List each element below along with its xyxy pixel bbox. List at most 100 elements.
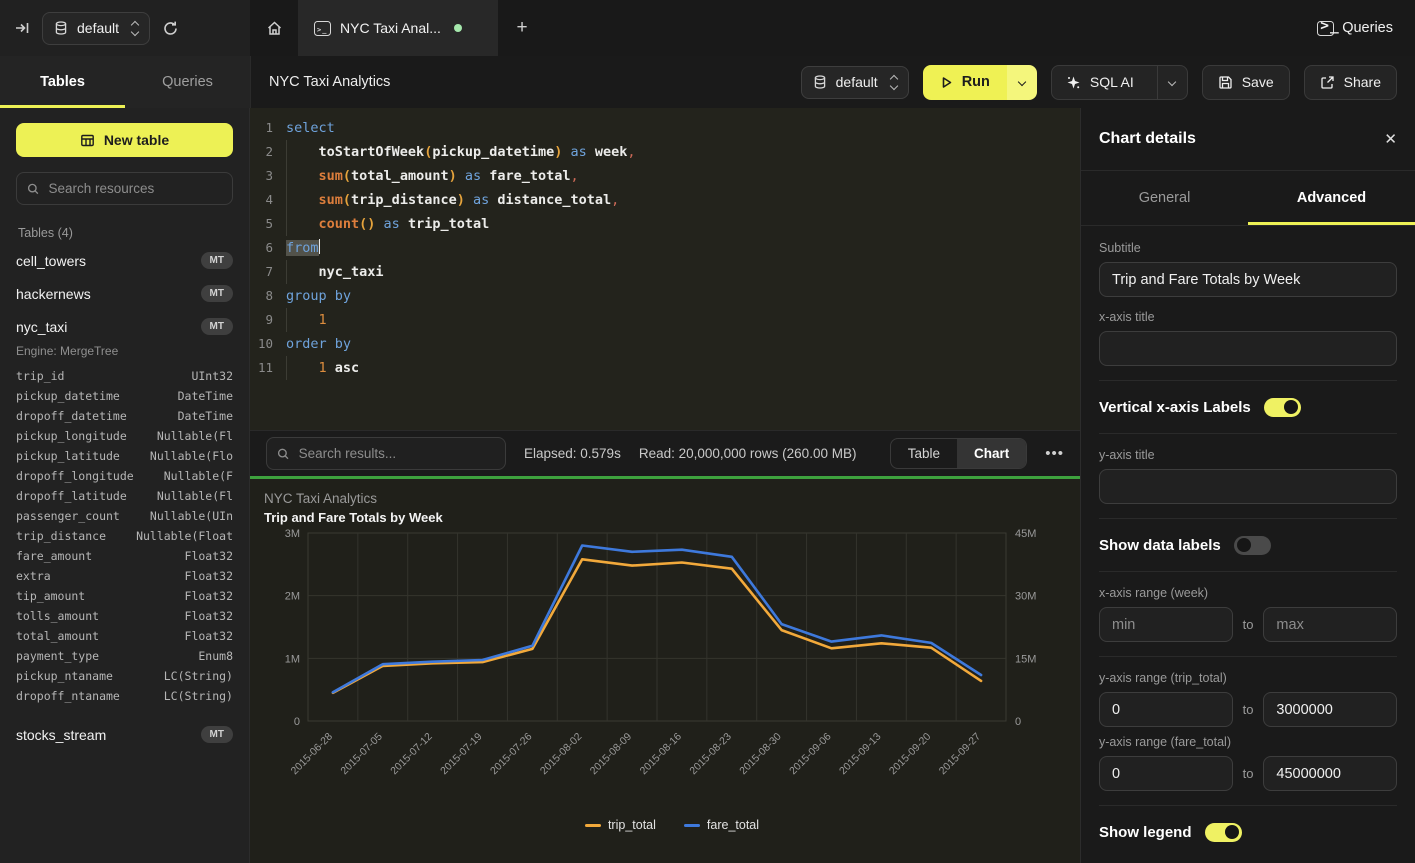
column-row: pickup_longitudeNullable(Fl [16,426,233,446]
new-table-button[interactable]: New table [16,123,233,157]
svg-text:15M: 15M [1015,653,1036,665]
column-type: Float32 [185,586,233,606]
second-row: Tables Queries NYC Taxi Analytics defaul… [0,56,1415,108]
tab-nyc-taxi-analytics[interactable]: >_ NYC Taxi Anal... [298,0,498,56]
run-button-main[interactable]: Run [923,65,1007,100]
xaxis-title-input[interactable] [1099,331,1397,366]
legend-item-fare_total[interactable]: fare_total [684,818,759,832]
column-row: passenger_countNullable(UIn [16,506,233,526]
editor-line-10[interactable]: 10order by [250,332,1080,356]
column-name: extra [16,566,51,586]
svg-text:2015-08-23: 2015-08-23 [687,731,734,778]
sql-ai-dropdown-button[interactable] [1157,66,1187,99]
toolbar-database-selector[interactable]: default [801,66,909,99]
yaxis-range-trip-max-input[interactable] [1263,692,1397,727]
results-search-input[interactable] [299,446,495,461]
divider [1099,805,1397,806]
legend-item-trip_total[interactable]: trip_total [585,818,656,832]
editor-line-2[interactable]: 2 toStartOfWeek(pickup_datetime) as week… [250,140,1080,164]
xaxis-range-min-input[interactable] [1099,607,1233,642]
editor-line-6[interactable]: 6from [250,236,1080,260]
sql-ai-main[interactable]: SQL AI [1052,66,1148,99]
column-name: pickup_ntaname [16,666,113,686]
close-icon[interactable]: ✕ [1384,130,1397,148]
editor-line-8[interactable]: 8group by [250,284,1080,308]
column-type: Float32 [185,626,233,646]
save-button[interactable]: Save [1202,65,1290,100]
code-text: from [286,236,320,260]
table-name: nyc_taxi [16,319,67,335]
show-data-labels-toggle[interactable] [1234,536,1271,555]
column-type: Nullable(Fl [157,426,233,446]
subtitle-input[interactable] [1099,262,1397,297]
svg-text:2015-07-19: 2015-07-19 [438,731,485,778]
xaxis-title-label: x-axis title [1099,310,1397,324]
editor-line-9[interactable]: 9 1 [250,308,1080,332]
column-row: pickup_latitudeNullable(Flo [16,446,233,466]
vertical-xaxis-labels-label: Vertical x-axis Labels [1099,399,1251,416]
column-row: fare_amountFloat32 [16,546,233,566]
view-switcher: Table Chart [890,438,1028,469]
yaxis-title-input[interactable] [1099,469,1397,504]
resource-search-input[interactable] [48,181,222,196]
chart-title: NYC Taxi Analytics [264,491,1080,506]
editor-line-3[interactable]: 3 sum(total_amount) as fare_total, [250,164,1080,188]
results-search[interactable] [266,437,506,470]
table-row-stocks_stream[interactable]: stocks_streamMT [16,718,233,751]
table-row-hackernews[interactable]: hackernewsMT [16,277,233,310]
refresh-icon[interactable] [162,20,179,37]
queries-button[interactable]: >_ Queries [1317,0,1415,56]
table-row-cell_towers[interactable]: cell_towersMT [16,244,233,277]
search-icon [27,182,39,196]
yaxis-range-trip-min-input[interactable] [1099,692,1233,727]
share-button[interactable]: Share [1304,65,1397,100]
collapse-sidebar-icon[interactable] [14,20,30,36]
home-button[interactable] [250,0,298,56]
column-row: trip_distanceNullable(Float [16,526,233,546]
vertical-xaxis-labels-toggle[interactable] [1264,398,1301,417]
column-name: payment_type [16,646,99,666]
editor-line-4[interactable]: 4 sum(trip_distance) as distance_total, [250,188,1080,212]
divider [1099,656,1397,657]
sidebar-tabs: Tables Queries [0,56,250,108]
view-tab-table[interactable]: Table [891,439,957,468]
run-dropdown-button[interactable] [1007,65,1037,100]
xaxis-range-max-input[interactable] [1263,607,1397,642]
results-toolbar: Elapsed: 0.579s Read: 20,000,000 rows (2… [250,430,1080,476]
xaxis-range-label: x-axis range (week) [1099,586,1397,600]
yaxis-range-fare-max-input[interactable] [1263,756,1397,791]
panel-tab-general[interactable]: General [1081,171,1248,225]
column-row: total_amountFloat32 [16,626,233,646]
sidebar-tab-queries[interactable]: Queries [125,56,250,108]
editor-line-1[interactable]: 1select [250,116,1080,140]
more-options-icon[interactable]: ••• [1045,445,1064,462]
sidebar-tab-tables[interactable]: Tables [0,56,125,108]
database-icon [813,75,827,90]
show-legend-label: Show legend [1099,824,1192,841]
panel-tab-advanced[interactable]: Advanced [1248,171,1415,225]
editor-line-7[interactable]: 7 nyc_taxi [250,260,1080,284]
queries-icon: >_ [1317,21,1334,36]
database-selector[interactable]: default [42,12,150,45]
sql-ai-button[interactable]: SQL AI [1051,65,1188,100]
svg-text:2015-09-13: 2015-09-13 [837,731,884,778]
new-tab-button[interactable]: + [498,0,546,56]
column-name: tip_amount [16,586,85,606]
editor-line-5[interactable]: 5 count() as trip_total [250,212,1080,236]
show-legend-toggle[interactable] [1205,823,1242,842]
resource-search[interactable] [16,172,233,205]
center-column: 1select2 toStartOfWeek(pickup_datetime) … [250,108,1080,863]
yaxis-range-fare-min-input[interactable] [1099,756,1233,791]
view-tab-chart[interactable]: Chart [957,439,1026,468]
column-name: dropoff_datetime [16,406,127,426]
table-row-nyc_taxi[interactable]: nyc_taxiMT [16,310,233,343]
code-text: sum(total_amount) as fare_total, [286,164,579,188]
top-bar: default >_ NYC Taxi Anal... + >_ Queries [0,0,1415,56]
database-selector-value: default [77,20,119,36]
run-button[interactable]: Run [923,65,1037,100]
editor-line-11[interactable]: 11 1 asc [250,356,1080,380]
database-icon [54,21,68,36]
code-text: count() as trip_total [286,212,489,236]
svg-text:2015-07-26: 2015-07-26 [488,731,535,778]
sql-editor[interactable]: 1select2 toStartOfWeek(pickup_datetime) … [250,108,1080,430]
